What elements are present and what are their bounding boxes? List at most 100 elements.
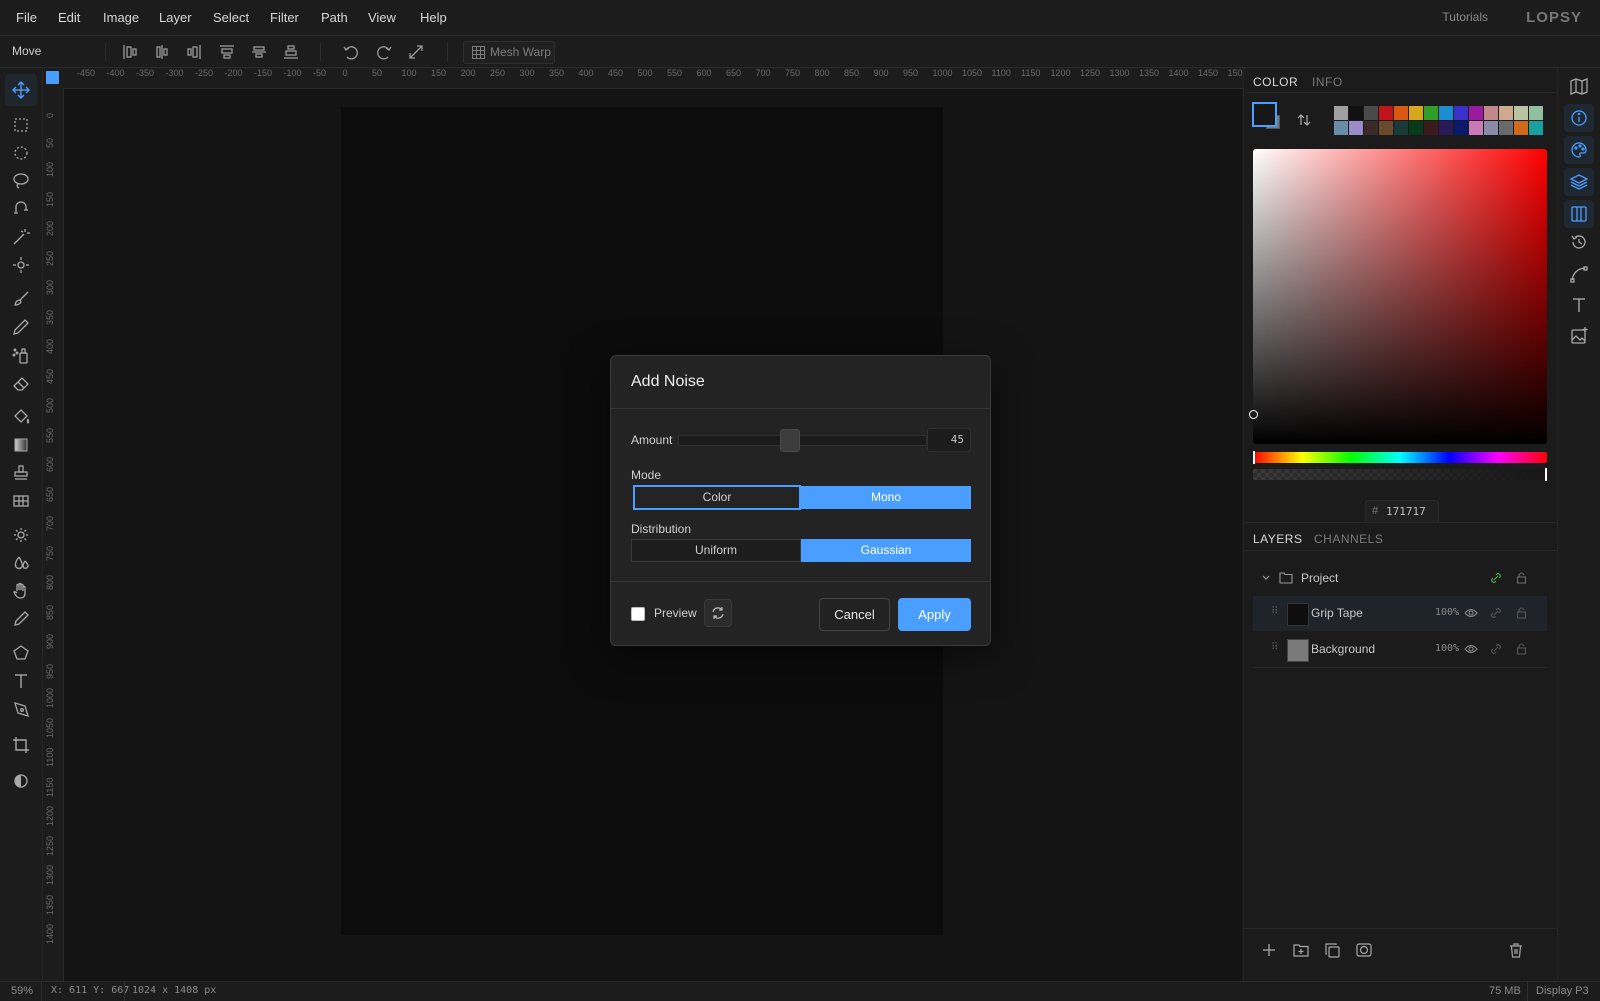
hue-slider[interactable]: [1253, 452, 1547, 463]
lock-icon[interactable]: [1516, 606, 1527, 619]
brush-icon[interactable]: [10, 288, 32, 310]
spot-heal-icon[interactable]: [10, 254, 32, 276]
color-swatch[interactable]: [1439, 106, 1453, 120]
pen-tool-icon[interactable]: [10, 698, 32, 720]
link-icon[interactable]: [1490, 572, 1502, 584]
distribution-gaussian-option[interactable]: Gaussian: [801, 539, 971, 562]
menu-help[interactable]: Help: [420, 0, 447, 35]
color-swatch[interactable]: [1349, 106, 1363, 120]
text-tool-icon[interactable]: [10, 670, 32, 692]
channels-icon[interactable]: [1564, 200, 1594, 228]
drag-handle-icon[interactable]: ⠿: [1271, 606, 1278, 617]
pencil-icon[interactable]: [10, 316, 32, 338]
rotate-right-icon[interactable]: [374, 42, 394, 62]
eyedropper-icon[interactable]: [10, 608, 32, 630]
chevron-down-icon[interactable]: [1261, 573, 1271, 583]
info-icon[interactable]: [1564, 104, 1594, 132]
dodge-icon[interactable]: [10, 524, 32, 546]
refresh-preview-button[interactable]: [704, 599, 732, 627]
rotate-left-icon[interactable]: [341, 42, 361, 62]
color-swatch[interactable]: [1349, 121, 1363, 135]
delete-layer-icon[interactable]: [1509, 943, 1523, 958]
swap-colors-icon[interactable]: [1296, 112, 1312, 128]
add-layer-icon[interactable]: [1262, 943, 1276, 957]
move-tool-icon[interactable]: [5, 74, 37, 106]
apply-button[interactable]: Apply: [898, 598, 971, 631]
eye-icon[interactable]: [1464, 607, 1478, 619]
ellipse-select-icon[interactable]: [10, 142, 32, 164]
layer-row-background[interactable]: ⠿ Background 100%: [1253, 632, 1547, 668]
amount-value-field[interactable]: 45: [927, 428, 971, 452]
lock-icon[interactable]: [1516, 642, 1527, 655]
stamp-icon[interactable]: [10, 462, 32, 484]
tutorials-link[interactable]: Tutorials: [1442, 0, 1488, 35]
new-group-icon[interactable]: [1293, 943, 1309, 957]
duplicate-layer-icon[interactable]: [1325, 943, 1340, 958]
link-icon[interactable]: [1490, 607, 1502, 619]
rect-select-icon[interactable]: [10, 114, 32, 136]
align-right-icon[interactable]: [184, 42, 204, 62]
color-swatch[interactable]: [1499, 106, 1513, 120]
pattern-icon[interactable]: [10, 490, 32, 512]
preview-checkbox[interactable]: [631, 607, 645, 621]
magic-wand-icon[interactable]: [10, 226, 32, 248]
paths-icon[interactable]: [1568, 263, 1590, 285]
paint-bucket-icon[interactable]: [10, 406, 32, 428]
gradient-icon[interactable]: [10, 434, 32, 456]
alpha-slider-handle[interactable]: [1545, 468, 1547, 481]
hue-slider-handle[interactable]: [1253, 451, 1255, 464]
color-swatch[interactable]: [1394, 121, 1408, 135]
tab-color[interactable]: COLOR: [1253, 75, 1298, 89]
color-swatch[interactable]: [1454, 106, 1468, 120]
hex-input[interactable]: # 171717: [1365, 500, 1439, 523]
menu-select[interactable]: Select: [213, 0, 249, 35]
history-icon[interactable]: [1568, 231, 1590, 253]
character-icon[interactable]: [1568, 294, 1590, 316]
amount-slider-track[interactable]: [678, 435, 927, 446]
color-swatch[interactable]: [1379, 106, 1393, 120]
mode-mono-option[interactable]: Mono: [801, 486, 971, 509]
color-swatch[interactable]: [1484, 106, 1498, 120]
color-swatch[interactable]: [1469, 121, 1483, 135]
tab-info[interactable]: INFO: [1312, 75, 1343, 89]
link-icon[interactable]: [1490, 643, 1502, 655]
menu-filter[interactable]: Filter: [270, 0, 299, 35]
transform-expand-icon[interactable]: [406, 42, 426, 62]
smudge-hand-icon[interactable]: [10, 580, 32, 602]
align-left-icon[interactable]: [120, 42, 140, 62]
color-swatch[interactable]: [1334, 121, 1348, 135]
alpha-slider[interactable]: [1253, 469, 1547, 480]
drag-handle-icon[interactable]: ⠿: [1271, 642, 1278, 653]
menu-edit[interactable]: Edit: [58, 0, 80, 35]
lasso-icon[interactable]: [10, 170, 32, 192]
color-swatch[interactable]: [1439, 121, 1453, 135]
align-center-h-icon[interactable]: [152, 42, 172, 62]
menu-file[interactable]: File: [16, 0, 37, 35]
foreground-color-swatch[interactable]: [1252, 102, 1277, 127]
eye-icon[interactable]: [1464, 643, 1478, 655]
color-swatch[interactable]: [1364, 121, 1378, 135]
image-adjust-icon[interactable]: [1568, 325, 1590, 347]
tab-channels[interactable]: CHANNELS: [1314, 532, 1383, 546]
crop-icon[interactable]: [10, 734, 32, 756]
saturation-value-picker[interactable]: [1253, 149, 1547, 444]
layer-row-grip-tape[interactable]: ⠿ Grip Tape 100%: [1253, 596, 1547, 631]
zoom-level[interactable]: 59%: [11, 985, 33, 997]
contrast-icon[interactable]: [10, 770, 32, 792]
align-middle-v-icon[interactable]: [249, 42, 269, 62]
color-swatch[interactable]: [1484, 121, 1498, 135]
picker-handle[interactable]: [1249, 410, 1258, 419]
color-swatch[interactable]: [1394, 106, 1408, 120]
ruler-corner-swatch[interactable]: [46, 71, 59, 84]
color-swatch[interactable]: [1529, 106, 1543, 120]
menu-path[interactable]: Path: [321, 0, 348, 35]
eraser-icon[interactable]: [10, 372, 32, 394]
color-profile[interactable]: Display P3: [1536, 985, 1589, 997]
color-swatch[interactable]: [1529, 121, 1543, 135]
magnetic-lasso-icon[interactable]: [10, 198, 32, 220]
menu-image[interactable]: Image: [103, 0, 139, 35]
color-swatch[interactable]: [1469, 106, 1483, 120]
blur-drop-icon[interactable]: [10, 552, 32, 574]
color-swatch[interactable]: [1334, 106, 1348, 120]
cancel-button[interactable]: Cancel: [819, 598, 890, 631]
